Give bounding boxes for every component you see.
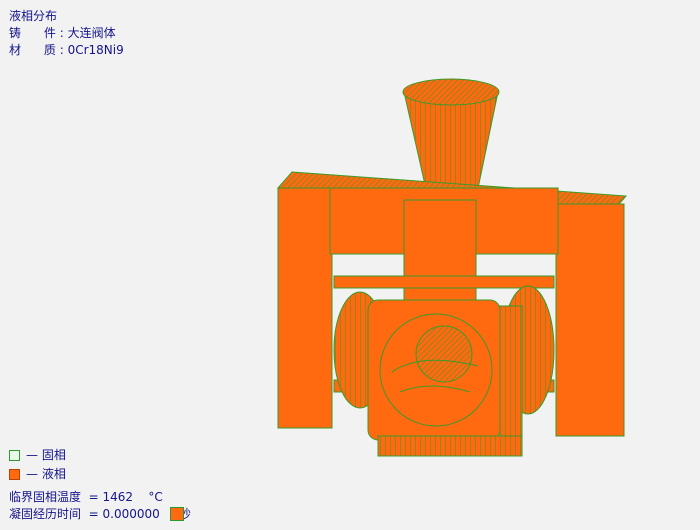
temp-row: 临界固相温度 = 1462 °C	[9, 489, 191, 506]
valve-body-base	[377, 435, 523, 457]
time-value: 0.000000	[102, 507, 160, 521]
legend: — 固相 — 液相	[9, 446, 66, 484]
solid-cube-icon	[9, 450, 20, 461]
temp-eq: =	[81, 490, 103, 504]
legend-solid: — 固相	[9, 446, 66, 465]
sprue-top	[402, 78, 500, 106]
rib-upper	[333, 275, 555, 289]
legend-solid-label: — 固相	[26, 448, 66, 462]
temp-value: 1462	[102, 490, 134, 504]
right-pillar	[555, 203, 625, 437]
temp-unit: °C	[148, 490, 163, 504]
valve-body-side	[499, 305, 523, 439]
legend-liquid: — 液相	[9, 465, 66, 484]
liquid-swatch-icon	[170, 507, 184, 521]
time-label: 凝固经历时间	[9, 507, 82, 521]
liquid-cube-icon	[9, 469, 20, 480]
time-eq: =	[81, 507, 103, 521]
temp-label: 临界固相温度	[9, 490, 82, 504]
status-panel: 临界固相温度 = 1462 °C 凝固经历时间 = 0.000000 秒	[9, 489, 191, 523]
casting-3d-view[interactable]	[0, 0, 700, 530]
legend-liquid-label: — 液相	[26, 467, 66, 481]
left-pillar	[277, 187, 333, 429]
time-row: 凝固经历时间 = 0.000000 秒	[9, 506, 191, 523]
valve-bore	[415, 325, 473, 383]
